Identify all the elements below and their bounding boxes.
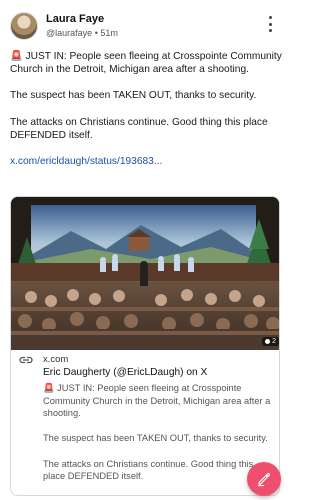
post-link[interactable]: x.com/ericldaugh/status/193683...: [10, 155, 162, 168]
post-paragraph: 🚨 JUST IN: People seen fleeing at Crossp…: [10, 51, 282, 76]
card-description: 🚨 JUST IN: People seen fleeing at Crossp…: [43, 382, 273, 495]
link-icon: [19, 356, 33, 364]
author-name[interactable]: Laura Faye: [46, 13, 104, 25]
card-title[interactable]: Eric Daugherty (@EricLDaugh) on X: [43, 367, 207, 378]
card-desc-paragraph: The suspect has been TAKEN OUT, thanks t…: [43, 433, 268, 444]
author-meta: @laurafaye • 51m: [46, 28, 118, 38]
card-desc-paragraph: The attacks on Christians continue. Good…: [43, 458, 254, 482]
post-header: Laura Faye @laurafaye • 51m: [10, 12, 281, 42]
link-preview-card[interactable]: 2 x.com Eric Daugherty (@EricLDaugh) on …: [10, 196, 280, 496]
post-paragraph: The attacks on Christians continue. Good…: [10, 116, 268, 141]
meta-separator: •: [94, 28, 98, 38]
post-paragraph: The suspect has been TAKEN OUT, thanks t…: [10, 90, 257, 102]
more-options-icon[interactable]: [265, 16, 275, 32]
post-body: 🚨 JUST IN: People seen fleeing at Crossp…: [10, 50, 282, 168]
compose-button[interactable]: [247, 462, 281, 496]
preview-image[interactable]: 2: [11, 197, 279, 350]
card-domain: x.com: [43, 354, 69, 365]
church-stage-image: [11, 197, 279, 350]
person-icon: [265, 339, 271, 344]
avatar[interactable]: [10, 12, 38, 40]
author-handle[interactable]: @laurafaye: [46, 28, 92, 38]
post-timestamp: 51m: [100, 28, 118, 38]
media-badge-count: 2: [272, 338, 276, 345]
card-desc-paragraph: 🚨 JUST IN: People seen fleeing at Crossp…: [43, 383, 271, 419]
edit-pencil-icon: [257, 473, 270, 487]
media-badge: 2: [262, 337, 279, 346]
